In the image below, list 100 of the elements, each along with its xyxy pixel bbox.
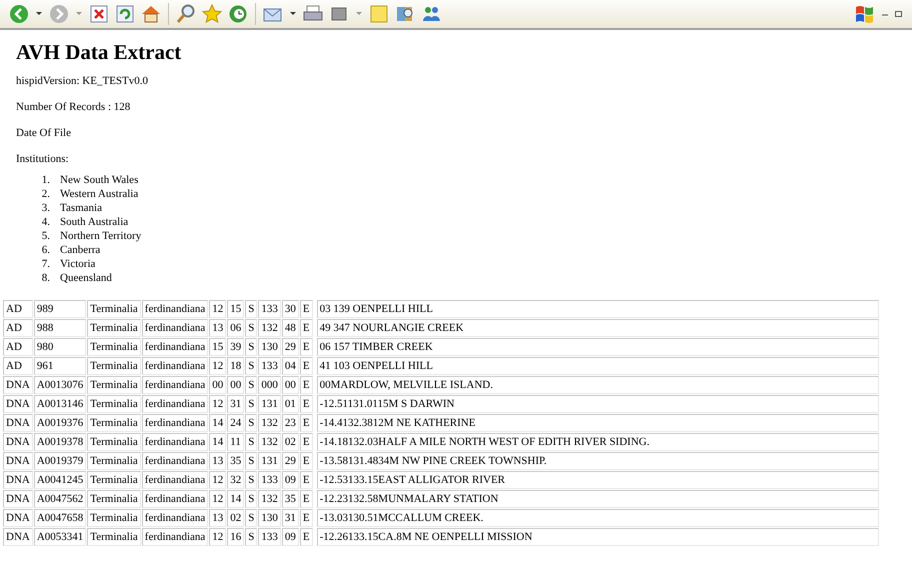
- table-cell: 131: [258, 395, 281, 413]
- table-cell: 18: [227, 357, 244, 375]
- table-cell: E: [300, 300, 313, 318]
- table-cell: E: [300, 452, 313, 470]
- table-cell: DNA: [3, 528, 33, 546]
- table-cell: A0053341: [34, 528, 86, 546]
- table-cell: Terminalia: [87, 357, 141, 375]
- table-cell: 31: [227, 395, 244, 413]
- table-cell: 15: [209, 338, 226, 356]
- table-cell: 09: [282, 528, 299, 546]
- info-text: Institutions:: [16, 153, 70, 165]
- table-cell: 31: [282, 509, 299, 527]
- table-cell: 24: [227, 414, 244, 432]
- table-cell: 48: [282, 319, 299, 337]
- table-cell: S: [245, 414, 258, 432]
- table-cell: 133: [258, 528, 281, 546]
- table-cell: Terminalia: [87, 376, 141, 394]
- table-cell: AD: [3, 338, 33, 356]
- refresh-icon[interactable]: [114, 3, 136, 25]
- table-cell: -12.23132.58MUNMALARY STATION: [316, 490, 879, 508]
- table-cell: A0013076: [34, 376, 86, 394]
- table-cell: 29: [282, 338, 299, 356]
- table-cell: 12: [209, 357, 226, 375]
- table-cell: S: [245, 471, 258, 489]
- table-cell: 35: [227, 452, 244, 470]
- table-cell: E: [300, 433, 313, 451]
- institution-name: New South Wales: [60, 173, 138, 187]
- home-icon[interactable]: [140, 3, 162, 25]
- table-cell: AD: [3, 319, 33, 337]
- star-icon[interactable]: [201, 3, 223, 25]
- table-cell: ferdinandiana: [142, 357, 208, 375]
- info-text: Number Of Records : 128: [16, 101, 132, 113]
- table-cell: 00: [209, 376, 226, 394]
- table-cell: S: [245, 433, 258, 451]
- table-cell: DNA: [3, 490, 33, 508]
- table-cell: ferdinandiana: [142, 509, 208, 527]
- table-cell: 49 347 NOURLANGIE CREEK: [316, 319, 879, 337]
- table-cell: S: [245, 338, 258, 356]
- table-cell: DNA: [3, 471, 33, 489]
- table-cell: ferdinandiana: [142, 528, 208, 546]
- search-icon[interactable]: [175, 3, 197, 25]
- table-cell: Terminalia: [87, 319, 141, 337]
- table-cell: 980: [34, 338, 86, 356]
- table-cell: 13: [209, 452, 226, 470]
- table-cell: Terminalia: [87, 452, 141, 470]
- table-cell: 12: [209, 528, 226, 546]
- table-cell: 988: [34, 319, 86, 337]
- table-cell: A0047562: [34, 490, 86, 508]
- table-cell: 12: [209, 300, 226, 318]
- table-cell: ferdinandiana: [142, 300, 208, 318]
- table-cell: ferdinandiana: [142, 319, 208, 337]
- table-cell: S: [245, 357, 258, 375]
- table-cell: S: [245, 395, 258, 413]
- table-cell: -12.51131.0115M S DARWIN: [316, 395, 879, 413]
- table-cell: ferdinandiana: [142, 471, 208, 489]
- table-cell: Terminalia: [87, 300, 141, 318]
- table-cell: ferdinandiana: [142, 433, 208, 451]
- table-cell: ferdinandiana: [142, 376, 208, 394]
- table-cell: 132: [258, 490, 281, 508]
- table-cell: 131: [258, 452, 281, 470]
- institution-name: Western Australia: [60, 187, 138, 201]
- table-cell: 14: [209, 414, 226, 432]
- table-cell: ferdinandiana: [142, 338, 208, 356]
- table-cell: 00MARDLOW, MELVILLE ISLAND.: [316, 376, 879, 394]
- table-cell: 06 157 TIMBER CREEK: [316, 338, 879, 356]
- list-number: 3.: [40, 201, 50, 215]
- table-cell: -14.18132.03HALF A MILE NORTH WEST OF EDITH RIVER SIDING.: [316, 433, 879, 451]
- table-cell: ferdinandiana: [142, 490, 208, 508]
- list-number: 6.: [40, 243, 50, 257]
- list-number: 7.: [40, 257, 50, 271]
- table-cell: 23: [282, 414, 299, 432]
- stop-icon[interactable]: [88, 3, 110, 25]
- institution-name: Northern Territory: [60, 229, 142, 243]
- table-cell: 06: [227, 319, 244, 337]
- table-cell: E: [300, 528, 313, 546]
- history-icon[interactable]: [227, 3, 249, 25]
- table-cell: S: [245, 300, 258, 318]
- table-cell: E: [300, 319, 313, 337]
- table-cell: 12: [209, 395, 226, 413]
- table-cell: -12.53133.15EAST ALLIGATOR RIVER: [316, 471, 879, 489]
- table-cell: DNA: [3, 414, 33, 432]
- table-cell: 132: [258, 319, 281, 337]
- table-cell: A0041245: [34, 471, 86, 489]
- table-cell: Terminalia: [87, 395, 141, 413]
- table-cell: AD: [3, 300, 33, 318]
- table-cell: E: [300, 490, 313, 508]
- table-cell: 39: [227, 338, 244, 356]
- table-cell: 133: [258, 471, 281, 489]
- table-cell: 14: [227, 490, 244, 508]
- table-cell: -13.58131.4834M NW PINE CREEK TOWNSHIP.: [316, 452, 879, 470]
- table-cell: E: [300, 395, 313, 413]
- table-cell: A0019376: [34, 414, 86, 432]
- table-cell: 16: [227, 528, 244, 546]
- table-cell: ferdinandiana: [142, 395, 208, 413]
- table-cell: 30: [282, 300, 299, 318]
- table-cell: S: [245, 490, 258, 508]
- table-cell: S: [245, 319, 258, 337]
- table-cell: S: [245, 509, 258, 527]
- table-cell: 14: [209, 433, 226, 451]
- table-cell: 11: [227, 433, 244, 451]
